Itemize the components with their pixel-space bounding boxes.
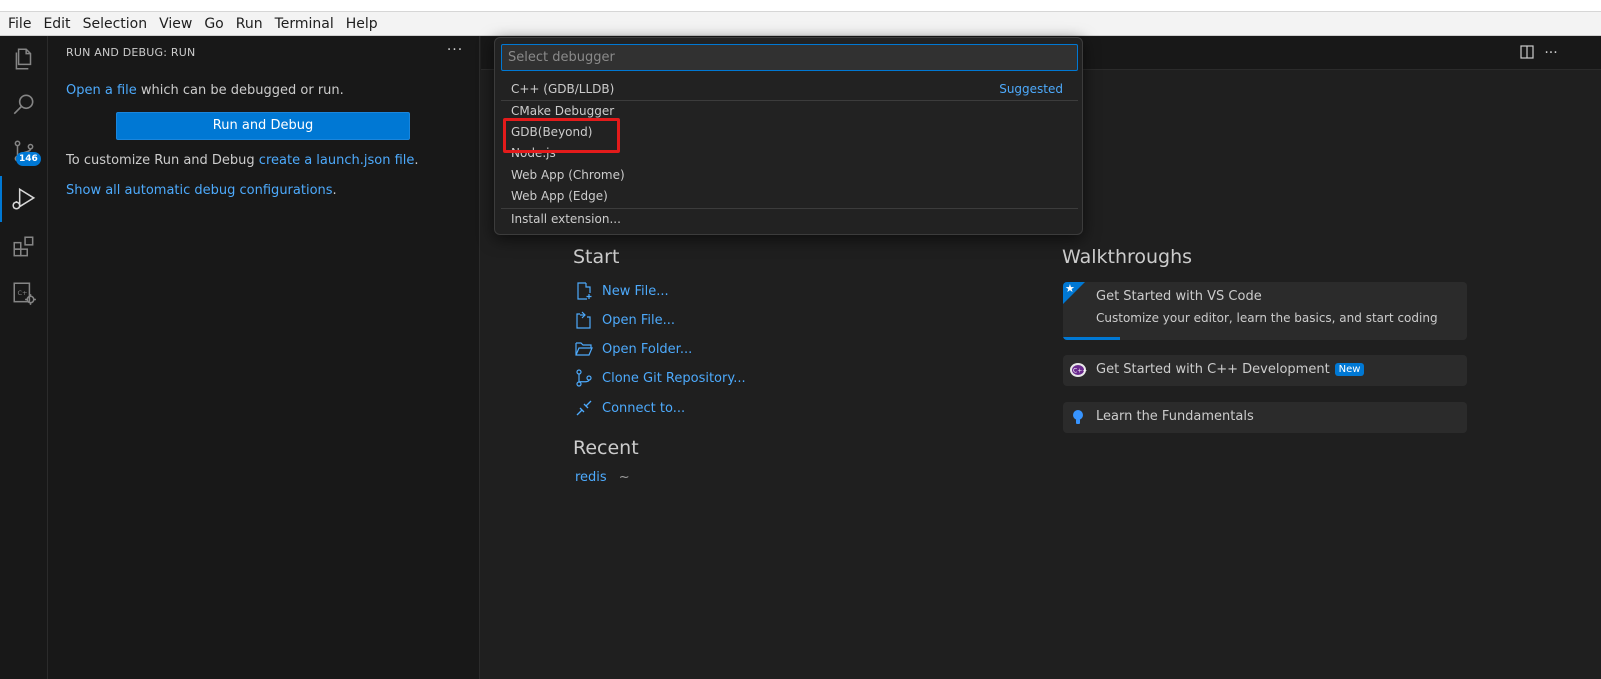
run-debug-icon[interactable] (0, 176, 48, 222)
svg-text:C++: C++ (1073, 368, 1087, 375)
walkthrough-progress (1063, 337, 1120, 340)
highlight-annotation-box (503, 118, 620, 153)
search-icon[interactable] (0, 82, 48, 128)
clone-repo-action[interactable]: Clone Git Repository... (573, 367, 746, 389)
connect-to-action[interactable]: Connect to... (573, 397, 685, 419)
new-file-action[interactable]: New File... (573, 280, 669, 302)
open-file-hint: Open a file which can be debugged or run… (66, 83, 344, 98)
recent-title: Recent (573, 437, 639, 459)
extensions-icon[interactable] (0, 224, 48, 270)
new-file-icon (573, 280, 595, 302)
open-file-hint-text: which can be debugged or run. (136, 83, 344, 98)
open-file-link[interactable]: Open a file (66, 83, 137, 98)
remote-connect-icon (573, 397, 595, 419)
source-control-icon[interactable] (0, 128, 48, 174)
walkthrough-cpp-row: Get Started with C++ Development New (1096, 362, 1365, 377)
menubar: File Edit Selection View Go Run Terminal… (0, 12, 1601, 36)
walkthroughs-title: Walkthroughs (1062, 246, 1193, 268)
walkthrough-vscode[interactable]: ★ Get Started with VS Code Customize you… (1063, 282, 1467, 340)
create-launch-json-link[interactable]: create a launch.json file (259, 153, 415, 168)
menu-file[interactable]: File (2, 12, 37, 36)
recent-item[interactable]: redis ~ (575, 470, 630, 485)
more-actions-icon[interactable]: ··· (444, 42, 466, 60)
customize-suffix: . (414, 153, 419, 168)
split-editor-icon[interactable] (1519, 45, 1535, 61)
debugger-option-web-edge[interactable]: Web App (Edge) (496, 186, 1081, 207)
walkthrough-vscode-desc: Customize your editor, learn the basics,… (1096, 311, 1438, 325)
show-all-hint: Show all automatic debug configurations. (66, 183, 337, 198)
menu-selection[interactable]: Selection (77, 12, 154, 36)
git-branch-icon (573, 367, 595, 389)
menu-edit[interactable]: Edit (37, 12, 76, 36)
walkthrough-fundamentals-title: Learn the Fundamentals (1096, 409, 1254, 424)
menu-terminal[interactable]: Terminal (269, 12, 340, 36)
walkthrough-vscode-title: Get Started with VS Code (1096, 289, 1262, 304)
activity-bar: 146 C+ (0, 36, 48, 679)
recent-path: ~ (618, 470, 630, 485)
open-file-action[interactable]: Open File... (573, 309, 675, 331)
editor-more-icon[interactable]: ··· (1543, 45, 1559, 61)
suggested-tag: Suggested (999, 82, 1063, 96)
open-folder-icon (573, 338, 595, 360)
recent-name[interactable]: redis (575, 470, 607, 485)
menu-view[interactable]: View (153, 12, 198, 36)
select-debugger-input[interactable] (501, 44, 1078, 71)
start-title: Start (573, 246, 620, 268)
walkthrough-cpp[interactable]: C++ Get Started with C++ Development New (1063, 355, 1467, 386)
connect-to-label: Connect to... (602, 400, 686, 416)
menu-run[interactable]: Run (230, 12, 269, 36)
new-file-label: New File... (602, 283, 669, 299)
debugger-option-cpp[interactable]: C++ (GDB/LLDB) Suggested (496, 79, 1081, 100)
walkthrough-cpp-title: Get Started with C++ Development (1096, 362, 1330, 377)
star-icon: ★ (1065, 282, 1075, 295)
open-file-label: Open File... (602, 312, 676, 328)
lightbulb-icon (1072, 409, 1084, 430)
source-control-badge: 146 (16, 152, 41, 166)
run-and-debug-button[interactable]: Run and Debug (116, 112, 410, 140)
new-badge: New (1334, 363, 1365, 376)
svg-text:C+: C+ (18, 289, 28, 297)
walkthrough-fundamentals[interactable]: Learn the Fundamentals (1063, 402, 1467, 433)
menu-go[interactable]: Go (198, 12, 229, 36)
menu-help[interactable]: Help (340, 12, 384, 36)
window-title-strip (0, 0, 1601, 12)
cmake-icon[interactable]: C+ (0, 270, 48, 316)
sidebar-title: RUN AND DEBUG: RUN (66, 46, 196, 59)
debugger-option-cpp-label: C++ (GDB/LLDB) (511, 82, 615, 96)
show-all-suffix: . (332, 183, 337, 198)
cpp-icon: C++ (1069, 362, 1087, 382)
open-file-icon (573, 309, 595, 331)
clone-repo-label: Clone Git Repository... (602, 370, 746, 386)
debugger-option-web-chrome[interactable]: Web App (Chrome) (496, 165, 1081, 186)
install-extension-option[interactable]: Install extension... (496, 209, 1081, 230)
open-folder-label: Open Folder... (602, 341, 693, 357)
explorer-icon[interactable] (0, 36, 48, 82)
customize-hint: To customize Run and Debug create a laun… (66, 153, 419, 168)
customize-prefix: To customize Run and Debug (66, 153, 259, 168)
open-folder-action[interactable]: Open Folder... (573, 338, 692, 360)
run-debug-sidebar: RUN AND DEBUG: RUN ··· Open a file which… (48, 36, 480, 679)
show-all-configs-link[interactable]: Show all automatic debug configurations (66, 183, 333, 198)
